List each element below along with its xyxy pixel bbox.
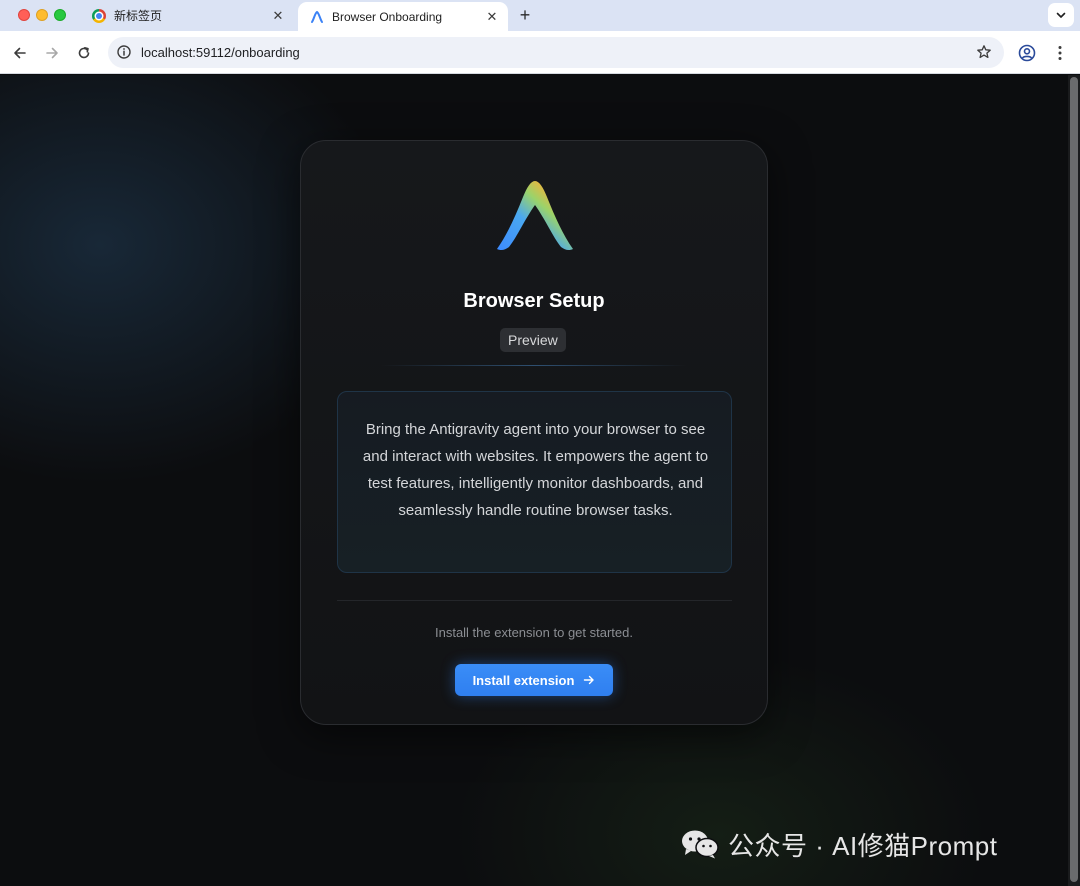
tab-browser-onboarding[interactable]: Browser Onboarding ✕ [298, 2, 508, 31]
arrow-right-icon [46, 47, 58, 59]
install-hint: Install the extension to get started. [434, 625, 633, 640]
tab-strip: 新标签页 ✕ Browser Onboarding ✕ + [0, 0, 1080, 31]
wechat-logo-icon [682, 830, 719, 859]
bookmark-star-icon[interactable] [976, 44, 992, 60]
page-title: Browser Setup [463, 290, 605, 312]
tab-title: 新标签页 [114, 9, 163, 23]
onboarding-card: Browser Setup Preview Bring the Antigrav… [300, 140, 768, 725]
tab-search-button[interactable] [1048, 3, 1074, 27]
window-close-button[interactable] [18, 9, 30, 21]
forward-button[interactable] [38, 39, 66, 67]
url-text: localhost:59112/onboarding [141, 45, 300, 60]
scrollbar[interactable] [1068, 75, 1080, 886]
reload-icon [78, 47, 90, 59]
install-button-label: Install extension [472, 672, 575, 688]
install-extension-button[interactable]: Install extension [455, 664, 613, 696]
tab-new-tab[interactable]: 新标签页 ✕ [80, 0, 294, 31]
arrow-right-icon [584, 675, 595, 685]
divider [337, 600, 732, 601]
more-menu-icon[interactable] [1050, 43, 1070, 63]
back-button[interactable] [6, 39, 34, 67]
chevron-down-icon [1056, 12, 1066, 18]
divider [381, 365, 687, 366]
window-maximize-button[interactable] [54, 9, 66, 21]
antigravity-logo-icon [497, 181, 573, 251]
window-minimize-button[interactable] [36, 9, 48, 21]
description-text: Bring the Antigravity agent into your br… [362, 421, 709, 519]
tab-title: Browser Onboarding [332, 9, 443, 24]
scrollbar-thumb[interactable] [1070, 77, 1078, 882]
site-info-icon[interactable] [116, 44, 132, 60]
preview-badge: Preview [500, 328, 566, 352]
chrome-icon [92, 8, 106, 23]
reload-button[interactable] [70, 39, 98, 67]
watermark: 公众号 · AI修猫Prompt [680, 829, 997, 861]
tab-close-icon[interactable]: ✕ [268, 6, 288, 26]
antigravity-logo-icon [311, 10, 323, 23]
arrow-left-icon [14, 47, 26, 59]
watermark-text: 公众号 · AI修猫Prompt [728, 830, 998, 861]
address-bar[interactable]: localhost:59112/onboarding [108, 37, 1004, 68]
tab-close-icon[interactable]: ✕ [482, 7, 502, 27]
description-box: Bring the Antigravity agent into your br… [337, 391, 732, 573]
browser-toolbar: localhost:59112/onboarding [0, 31, 1080, 74]
page-viewport: Browser Setup Preview Bring the Antigrav… [0, 75, 1080, 886]
new-tab-button[interactable]: + [514, 5, 536, 27]
profile-icon[interactable] [1017, 43, 1037, 63]
